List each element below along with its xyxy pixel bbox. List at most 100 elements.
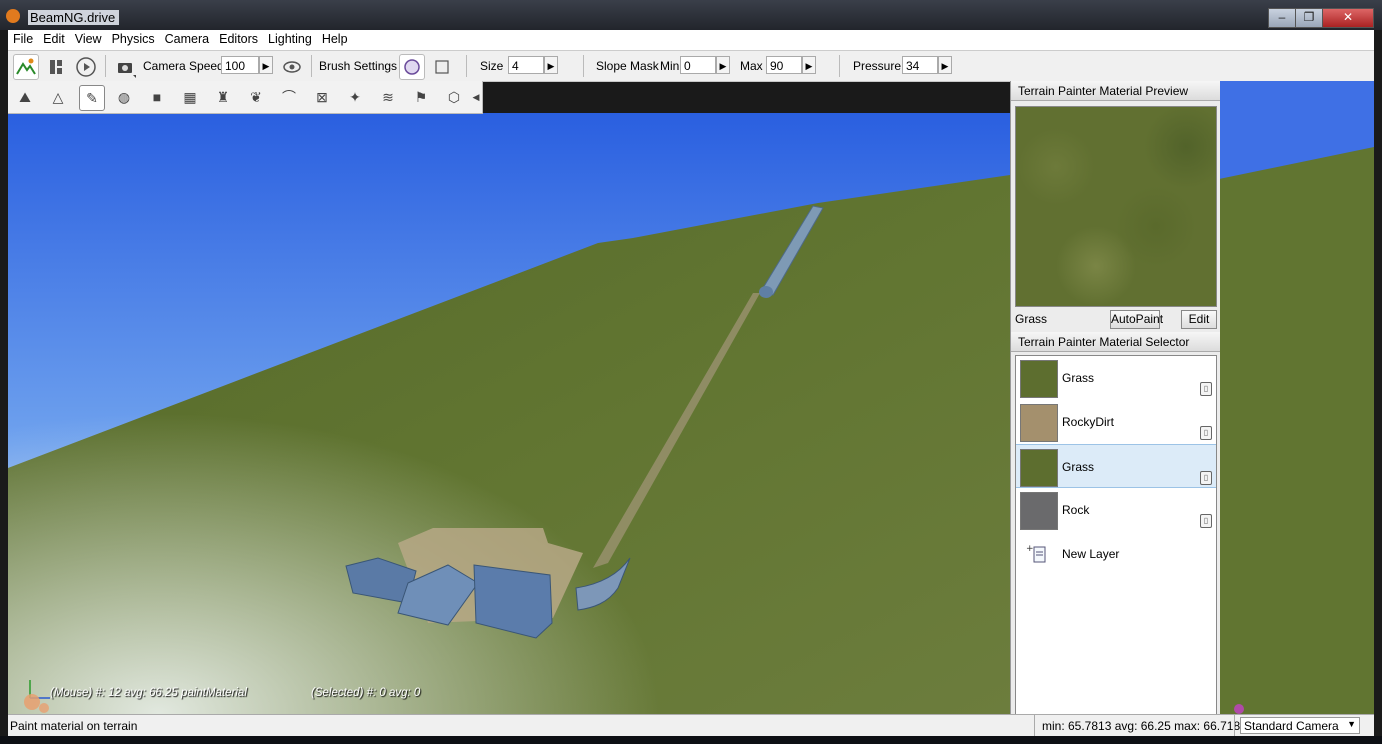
menu-help[interactable]: Help [317, 30, 353, 48]
menu-bar: File Edit View Physics Camera Editors Lighting… [8, 30, 1374, 51]
paint-material-icon: ✎ [86, 90, 98, 106]
gui-editor-button[interactable] [43, 54, 69, 80]
size-label: Size [480, 59, 504, 73]
brush-settings-label: Brush Settings [319, 59, 398, 73]
flag-icon: ⚑ [414, 89, 428, 105]
stamp-icon: ♜ [216, 89, 230, 105]
brush-square-button[interactable] [429, 54, 455, 80]
separator [1034, 715, 1035, 737]
separator [583, 55, 584, 77]
maximize-button[interactable]: ❐ [1295, 8, 1323, 28]
paint-material-button[interactable]: ✎ [79, 85, 105, 111]
status-hint: Paint material on terrain [10, 719, 138, 733]
tool-palette: ⛰ △ ✎ ◍ ■ ▦ ♜ ❦ ⌒ ⊠ ✦ ≋ ⚑ ⬡ ◀ [8, 81, 483, 114]
chevron-down-icon: ▼ [1347, 719, 1356, 729]
play-button[interactable] [73, 54, 99, 80]
toolbar: Camera Speed 100 ▶ Brush Settings Size 4… [8, 51, 1374, 82]
window-title: BeamNG.drive [28, 10, 120, 25]
menu-view[interactable]: View [70, 30, 107, 48]
material-item-selected[interactable]: Grass ▯ [1016, 444, 1216, 488]
viewport-right-edge[interactable] [1219, 81, 1374, 714]
road-button[interactable]: ≋ [376, 85, 400, 109]
delete-layer-icon[interactable]: ▯ [1200, 382, 1212, 396]
road-icon: ≋ [382, 89, 394, 105]
slope-min-arrow[interactable]: ▶ [716, 56, 730, 74]
menu-camera[interactable]: Camera [160, 30, 214, 48]
select-box-button[interactable]: ⊠ [310, 85, 334, 109]
menu-edit[interactable]: Edit [38, 30, 70, 48]
axis-gizmo-icon [24, 680, 50, 713]
status-bar: Paint material on terrain min: 65.7813 a… [8, 714, 1374, 737]
new-layer-icon: + [1026, 544, 1046, 563]
pointer-button[interactable]: ✦ [343, 85, 367, 109]
camera-mode-select[interactable]: Standard Camera ▼ [1240, 717, 1360, 734]
raise-terrain-icon: ⛰ [19, 89, 31, 105]
pressure-input[interactable]: 34 [902, 56, 938, 74]
close-button[interactable]: ✕ [1322, 8, 1374, 28]
material-name: Grass [1062, 371, 1095, 385]
menu-file[interactable]: File [8, 30, 38, 48]
menu-lighting[interactable]: Lighting [263, 30, 317, 48]
data-button[interactable]: ▦ [178, 85, 202, 109]
terrain-painter-panel: Terrain Painter Material Preview Grass A… [1010, 81, 1220, 716]
3d-viewport[interactable]: (Mouse) #: 12 avg: 66.25 paintMaterial (… [8, 113, 1010, 714]
select-box-icon: ⊠ [316, 89, 328, 105]
material-item[interactable]: Rock ▯ [1016, 488, 1216, 532]
data-icon: ▦ [183, 89, 197, 105]
size-input[interactable]: 4 [508, 56, 544, 74]
max-label: Max [740, 59, 763, 73]
flag-button[interactable]: ⚑ [409, 85, 433, 109]
world-editor-button[interactable] [13, 54, 39, 80]
camera-button[interactable] [112, 54, 138, 80]
rock-swatch [1020, 492, 1058, 530]
menu-physics[interactable]: Physics [107, 30, 160, 48]
globe-icon: ◍ [117, 89, 131, 105]
autopaint-button[interactable]: AutoPaint [1110, 310, 1163, 329]
camera-speed-input[interactable]: 100 [221, 56, 259, 74]
material-name: Grass [1062, 460, 1095, 474]
collapse-palette-button[interactable]: ◀ [471, 85, 481, 109]
svg-text:+: + [1026, 544, 1034, 554]
slope-min-input[interactable]: 0 [680, 56, 716, 74]
terrain-stats: min: 65.7813 avg: 66.25 max: 66.718 [1042, 719, 1241, 733]
menu-editors[interactable]: Editors [214, 30, 263, 48]
slope-max-input[interactable]: 90 [766, 56, 802, 74]
taskbar-edge [0, 736, 1382, 744]
slope-max-arrow[interactable]: ▶ [802, 56, 816, 74]
brush-circle-button[interactable] [399, 54, 425, 80]
delete-layer-icon[interactable]: ▯ [1200, 514, 1212, 528]
new-layer-item[interactable]: + New Layer [1016, 532, 1216, 576]
gizmo-button[interactable]: ⬡ [442, 85, 466, 109]
stamp-button[interactable]: ♜ [211, 85, 235, 109]
selector-panel-title: Terrain Painter Material Selector [1011, 332, 1220, 352]
edit-material-button[interactable]: Edit [1181, 310, 1217, 329]
camera-speed-label: Camera Speed [143, 59, 224, 73]
material-item[interactable]: RockyDirt ▯ [1016, 400, 1216, 444]
camera-mode-value: Standard Camera [1244, 719, 1339, 733]
new-layer-label: New Layer [1062, 547, 1120, 561]
preview-panel-title: Terrain Painter Material Preview [1011, 81, 1220, 101]
feather-button[interactable]: ❦ [244, 85, 268, 109]
globe-button[interactable]: ◍ [112, 85, 136, 109]
min-label: Min [660, 59, 680, 73]
raise-terrain-button[interactable]: ⛰ [13, 85, 37, 109]
smooth-terrain-icon: △ [52, 89, 64, 105]
gizmo-icon: ⬡ [447, 89, 461, 105]
rockydirt-swatch [1020, 404, 1058, 442]
square-brush-icon [435, 60, 449, 74]
object-button[interactable]: ■ [145, 85, 169, 109]
camera-speed-arrow[interactable]: ▶ [259, 56, 273, 74]
smooth-terrain-button[interactable]: △ [46, 85, 70, 109]
pressure-arrow[interactable]: ▶ [938, 56, 952, 74]
delete-layer-icon[interactable]: ▯ [1200, 426, 1212, 440]
curve-button[interactable]: ⌒ [277, 85, 301, 109]
terrain-scene [8, 113, 1010, 714]
visibility-button[interactable] [279, 54, 305, 80]
feather-icon: ❦ [250, 89, 262, 105]
delete-layer-icon[interactable]: ▯ [1200, 471, 1212, 485]
material-item[interactable]: Grass ▯ [1016, 356, 1216, 400]
play-icon [76, 57, 96, 77]
size-arrow[interactable]: ▶ [544, 56, 558, 74]
minimize-button[interactable]: ‒ [1268, 8, 1296, 28]
material-name: RockyDirt [1062, 415, 1115, 429]
